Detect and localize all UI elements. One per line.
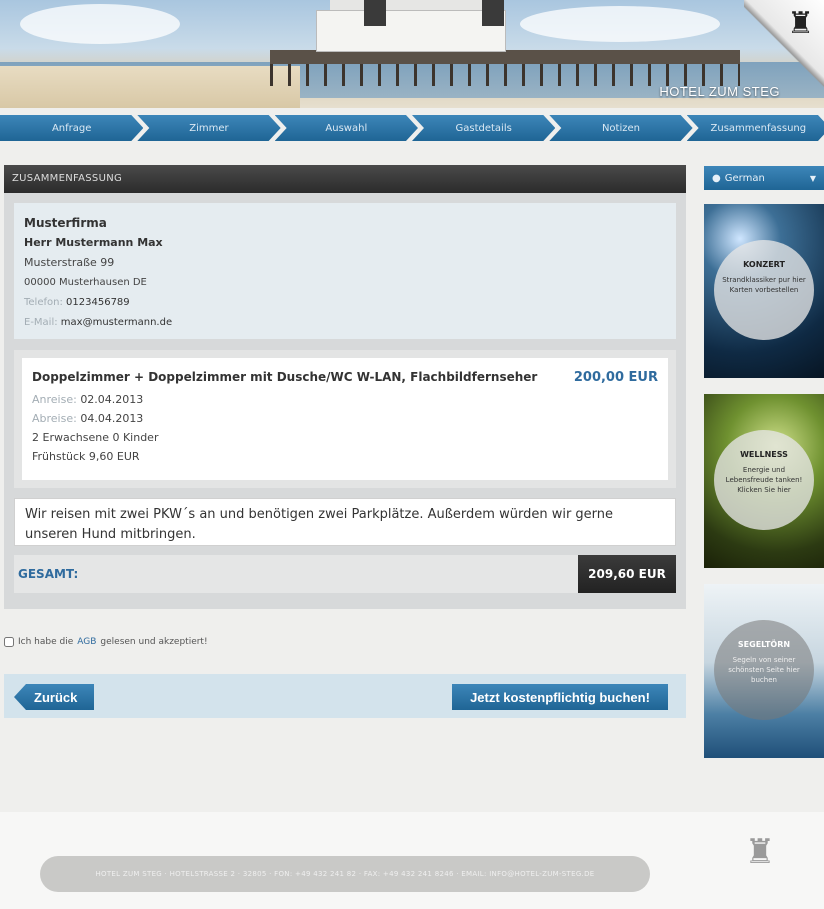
language-select[interactable]: ● German ▼ (704, 166, 824, 190)
agb-text-after: gelesen und akzeptiert! (100, 637, 208, 647)
departure-value: 04.04.2013 (80, 412, 144, 425)
total-row: GESAMT: 209,60 EUR (14, 555, 676, 593)
promo-badge: SEGELTÖRN Segeln von seiner schönsten Se… (714, 620, 814, 720)
pavilion-tower-shape (364, 0, 386, 26)
header-banner: ♜ HOTEL ZUM STEG (0, 0, 824, 108)
step-auswahl[interactable]: Auswahl (275, 115, 418, 141)
phone-value: 0123456789 (66, 297, 130, 308)
arrival-value: 02.04.2013 (80, 393, 144, 406)
room-details: Doppelzimmer + Doppelzimmer mit Dusche/W… (22, 358, 668, 480)
phone-line: Telefon: 0123456789 (24, 293, 666, 313)
promo-wellness[interactable]: WELLNESS Energie und Lebensfreude tanken… (704, 394, 824, 568)
promo-title: KONZERT (743, 260, 785, 269)
promo-title: SEGELTÖRN (737, 640, 791, 649)
city: 00000 Musterhausen DE (24, 277, 147, 288)
arrival-line: Anreise: 02.04.2013 (32, 390, 658, 409)
room-price: 200,00 EUR (573, 370, 658, 385)
footer-contact: HOTEL ZUM STEG · HOTELSTRASSE 2 · 32805 … (40, 856, 650, 892)
promo-sailing[interactable]: SEGELTÖRN Segeln von seiner schönsten Se… (704, 584, 824, 758)
address-box: Musterfirma Herr Mustermann Max Musterst… (14, 203, 676, 339)
company-name: Musterfirma (24, 216, 107, 230)
language-value: German (724, 172, 765, 184)
departure-line: Abreise: 04.04.2013 (32, 409, 658, 428)
promo-title: WELLNESS (740, 450, 788, 459)
cloud-shape (20, 4, 180, 44)
agb-checkbox[interactable] (4, 637, 14, 647)
notes-text: Wir reisen mit zwei PKW´s an und benötig… (14, 498, 676, 546)
globe-icon: ● (712, 172, 721, 184)
lighthouse-logo-icon: ♜ (744, 832, 776, 872)
room-box: Doppelzimmer + Doppelzimmer mit Dusche/W… (14, 350, 676, 488)
email-label: E-Mail: (24, 317, 58, 328)
email-value: max@mustermann.de (60, 317, 173, 328)
person-name: Herr Mustermann Max (24, 236, 163, 249)
chevron-down-icon: ▼ (809, 173, 816, 183)
cloud-shape (520, 6, 720, 42)
hotel-brand: HOTEL ZUM STEG (659, 84, 780, 99)
step-anfrage[interactable]: Anfrage (0, 115, 143, 141)
pier-pavilion-shape (316, 10, 506, 52)
agb-text-before: Ich habe die (18, 637, 74, 647)
arrival-label: Anreise: (32, 393, 77, 406)
step-notizen[interactable]: Notizen (549, 115, 692, 141)
guests-line: 2 Erwachsene 0 Kinder (32, 431, 159, 444)
promo-badge: KONZERT Strandklassiker pur hier Karten … (714, 240, 814, 340)
pier-legs-shape (270, 64, 740, 86)
promo-text: Segeln von seiner schönsten Seite hier b… (728, 656, 800, 684)
agb-link[interactable]: AGB (77, 637, 96, 647)
booking-steps: Anfrage Zimmer Auswahl Gastdetails Notiz… (0, 115, 824, 141)
departure-label: Abreise: (32, 412, 77, 425)
room-title: Doppelzimmer + Doppelzimmer mit Dusche/W… (32, 370, 538, 384)
book-button[interactable]: Jetzt kostenpflichtig buchen! (452, 684, 668, 710)
total-value: 209,60 EUR (578, 555, 676, 593)
promo-concert[interactable]: KONZERT Strandklassiker pur hier Karten … (704, 204, 824, 378)
step-gastdetails[interactable]: Gastdetails (412, 115, 555, 141)
promo-text: Energie und Lebensfreude tanken! Klicken… (725, 466, 803, 494)
step-zusammenfassung[interactable]: Zusammenfassung (687, 115, 824, 141)
phone-label: Telefon: (24, 297, 63, 308)
street: Musterstraße 99 (24, 256, 115, 269)
breakfast-line: Frühstück 9,60 EUR (32, 450, 140, 463)
action-bar: Zurück Jetzt kostenpflichtig buchen! (4, 674, 686, 718)
lighthouse-icon: ♜ (787, 6, 814, 41)
promo-text: Strandklassiker pur hier Karten vorbeste… (722, 276, 806, 294)
summary-header: ZUSAMMENFASSUNG (4, 165, 686, 193)
agb-consent: Ich habe die AGB gelesen und akzeptiert! (4, 637, 208, 647)
back-button[interactable]: Zurück (14, 684, 94, 710)
promo-badge: WELLNESS Energie und Lebensfreude tanken… (714, 430, 814, 530)
pavilion-tower-shape (482, 0, 504, 26)
step-zimmer[interactable]: Zimmer (137, 115, 280, 141)
pier-shape (270, 50, 740, 64)
email-line: E-Mail: max@mustermann.de (24, 313, 666, 333)
beach-shape (0, 66, 300, 108)
summary-panel: Musterfirma Herr Mustermann Max Musterst… (4, 193, 686, 609)
total-label: GESAMT: (18, 567, 79, 581)
